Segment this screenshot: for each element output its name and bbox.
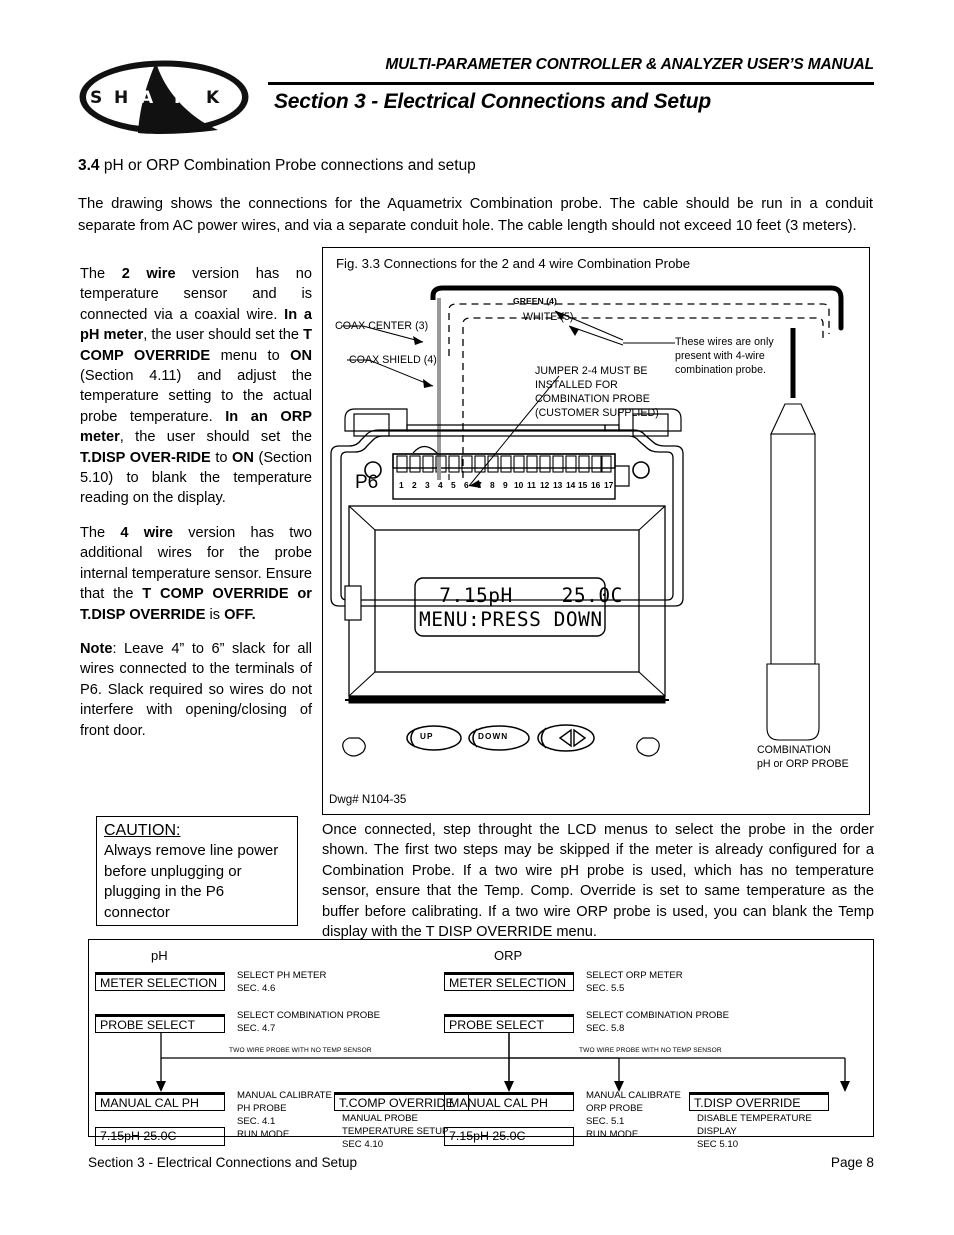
label-4wire-note-3: combination probe.: [675, 364, 767, 376]
manual-title: MULTI-PARAMETER CONTROLLER & ANALYZER US…: [385, 56, 874, 73]
svg-text:K: K: [206, 88, 226, 108]
flow-box-orp-meter-selection[interactable]: METER SELECTION: [444, 972, 574, 991]
label-probe-line-2: pH or ORP PROBE: [757, 758, 849, 770]
connector-label-p6: P6: [355, 472, 379, 493]
label-coax-shield: COAX SHIELD (4): [349, 354, 437, 366]
terminal-number-1: 1: [399, 480, 404, 490]
flow-note-orp-1b: SEC. 5.5: [586, 983, 625, 994]
caution-box: CAUTION: Always remove line power before…: [96, 816, 298, 926]
flow-note-ph-3c: SEC. 4.1: [237, 1116, 276, 1127]
terminal-number-10: 10: [514, 480, 524, 490]
left-column: The 2 wire version has no temperature se…: [80, 264, 312, 755]
terminal-number-16: 16: [591, 480, 601, 490]
label-4wire-note-2: present with 4-wire: [675, 350, 765, 362]
footer-left: Section 3 - Electrical Connections and S…: [88, 1155, 358, 1170]
manual-page: S H A R K MULTI-PARAMETER CONTROLLER & A…: [0, 0, 954, 1235]
lcd-line-1: 7.15pH 25.0C: [427, 584, 623, 607]
svg-text:A: A: [140, 88, 160, 108]
terminal-number-15: 15: [578, 480, 588, 490]
subsection-heading: 3.4 pH or ORP Combination Probe connecti…: [78, 157, 476, 175]
terminal-number-7: 7: [477, 480, 482, 490]
flow-note-ph-2a: SELECT COMBINATION PROBE: [237, 1010, 381, 1021]
flow-note-orp-1a: SELECT ORP METER: [586, 970, 683, 981]
flow-note-ph-2b: SEC. 4.7: [237, 1023, 276, 1034]
page-header: S H A R K MULTI-PARAMETER CONTROLLER & A…: [78, 52, 874, 147]
flow-note-ph-3a: MANUAL CALIBRATE: [237, 1090, 332, 1101]
flow-note-orp-5c: SEC 5.10: [697, 1139, 739, 1150]
label-white-wire: WHITE (5): [523, 311, 574, 323]
flow-note-orp-3a: MANUAL CALIBRATE: [586, 1090, 681, 1101]
intro-paragraph: The drawing shows the connections for th…: [78, 196, 873, 234]
footer-right: Page 8: [830, 1155, 874, 1170]
label-jumper-line-1: JUMPER 2-4 MUST BE: [535, 365, 648, 377]
shark-logo: S H A R K: [78, 58, 250, 136]
flow-box-ph-run-mode[interactable]: 7.15pH 25.0C: [95, 1127, 225, 1146]
terminal-number-6: 6: [464, 480, 469, 490]
paragraph-note: Note: Leave 4” to 6” slack for all wires…: [80, 640, 312, 739]
flow-box-ph-meter-selection[interactable]: METER SELECTION: [95, 972, 225, 991]
flow-box-orp-run-mode[interactable]: 7.15pH 25.0C: [444, 1127, 574, 1146]
flow-note-orp-3b: ORP PROBE: [586, 1103, 643, 1114]
svg-text:S: S: [90, 88, 109, 108]
flow-note-orp-2b: SEC. 5.8: [586, 1023, 625, 1034]
terminal-number-14: 14: [566, 480, 576, 490]
flow-note-ph-1a: SELECT PH METER: [237, 970, 327, 981]
figure-3-3: Fig. 3.3 Connections for the 2 and 4 wir…: [322, 247, 870, 815]
flow-note-ph-4: RUN MODE: [237, 1129, 290, 1140]
flow-title-orp: ORP: [494, 948, 523, 963]
flow-note-orp-5b: DISPLAY: [697, 1126, 737, 1137]
paragraph-2wire: The 2 wire version has no temperature se…: [80, 266, 313, 507]
terminal-number-13: 13: [553, 480, 563, 490]
label-4wire-note-1: These wires are only: [675, 336, 774, 348]
paragraph-4wire: The 4 wire version has two additional wi…: [80, 524, 313, 623]
caution-body: Always remove line power before unpluggi…: [104, 842, 279, 921]
terminal-number-17: 17: [604, 480, 614, 490]
svg-text:H: H: [114, 88, 135, 108]
terminal-number-12: 12: [540, 480, 550, 490]
terminal-number-5: 5: [451, 480, 456, 490]
post-figure-paragraph: Once connected, step throught the LCD me…: [322, 822, 874, 941]
terminal-number-2: 2: [412, 480, 417, 490]
terminal-number-4: 4: [438, 480, 443, 490]
label-jumper-line-3: COMBINATION PROBE: [535, 393, 650, 405]
flow-branch-label-ph: TWO WIRE PROBE WITH NO TEMP SENSOR: [229, 1047, 372, 1054]
subsection-number: 3.4: [78, 157, 100, 174]
button-down-label[interactable]: DOWN: [478, 732, 508, 741]
flow-box-ph-probe-select[interactable]: PROBE SELECT: [95, 1014, 225, 1033]
terminal-number-8: 8: [490, 480, 495, 490]
label-probe-line-1: COMBINATION: [757, 744, 831, 756]
flow-box-orp-manual-cal[interactable]: MANUAL CAL PH: [444, 1092, 574, 1111]
lcd-line-2: MENU:PRESS DOWN: [419, 608, 603, 631]
button-up-label[interactable]: UP: [420, 732, 434, 741]
flow-note-ph-5a: MANUAL PROBE: [342, 1113, 418, 1124]
flow-note-ph-5c: SEC 4.10: [342, 1139, 384, 1150]
shark-logo-svg: S H A R K: [79, 60, 249, 134]
flow-note-orp-3c: SEC. 5.1: [586, 1116, 625, 1127]
terminal-number-11: 11: [527, 480, 536, 490]
header-rule: [268, 82, 874, 85]
flow-note-orp-2a: SELECT COMBINATION PROBE: [586, 1010, 730, 1021]
flow-note-orp-4: RUN MODE: [586, 1129, 639, 1140]
label-green-wire: GREEN (4): [513, 296, 557, 306]
flow-note-ph-1b: SEC. 4.6: [237, 983, 276, 994]
terminal-number-9: 9: [503, 480, 508, 490]
flow-box-orp-tdisp-override[interactable]: T.DISP OVERRIDE: [689, 1092, 829, 1111]
label-jumper-line-4: (CUSTOMER SUPPLIED): [535, 407, 659, 419]
label-jumper-line-2: INSTALLED FOR: [535, 379, 618, 391]
flow-title-ph: pH: [151, 948, 168, 963]
flow-branch-label-orp: TWO WIRE PROBE WITH NO TEMP SENSOR: [579, 1047, 722, 1054]
menu-flow-panel: pH METER SELECTION SELECT PH METER SEC. …: [88, 939, 874, 1150]
caution-title: CAUTION:: [104, 822, 181, 839]
label-coax-center: COAX CENTER (3): [335, 320, 429, 332]
subsection-heading-text: pH or ORP Combination Probe connections …: [103, 157, 476, 174]
flow-note-ph-5b: TEMPERATURE SETUP: [342, 1126, 449, 1137]
flow-note-ph-3b: PH PROBE: [237, 1103, 287, 1114]
flow-box-ph-manual-cal[interactable]: MANUAL CAL PH: [95, 1092, 225, 1111]
flow-box-orp-probe-select[interactable]: PROBE SELECT: [444, 1014, 574, 1033]
terminal-number-3: 3: [425, 480, 430, 490]
section-title: Section 3 - Electrical Connections and S…: [274, 90, 711, 113]
svg-text:R: R: [174, 88, 194, 108]
flow-note-orp-5a: DISABLE TEMPERATURE: [697, 1113, 812, 1124]
